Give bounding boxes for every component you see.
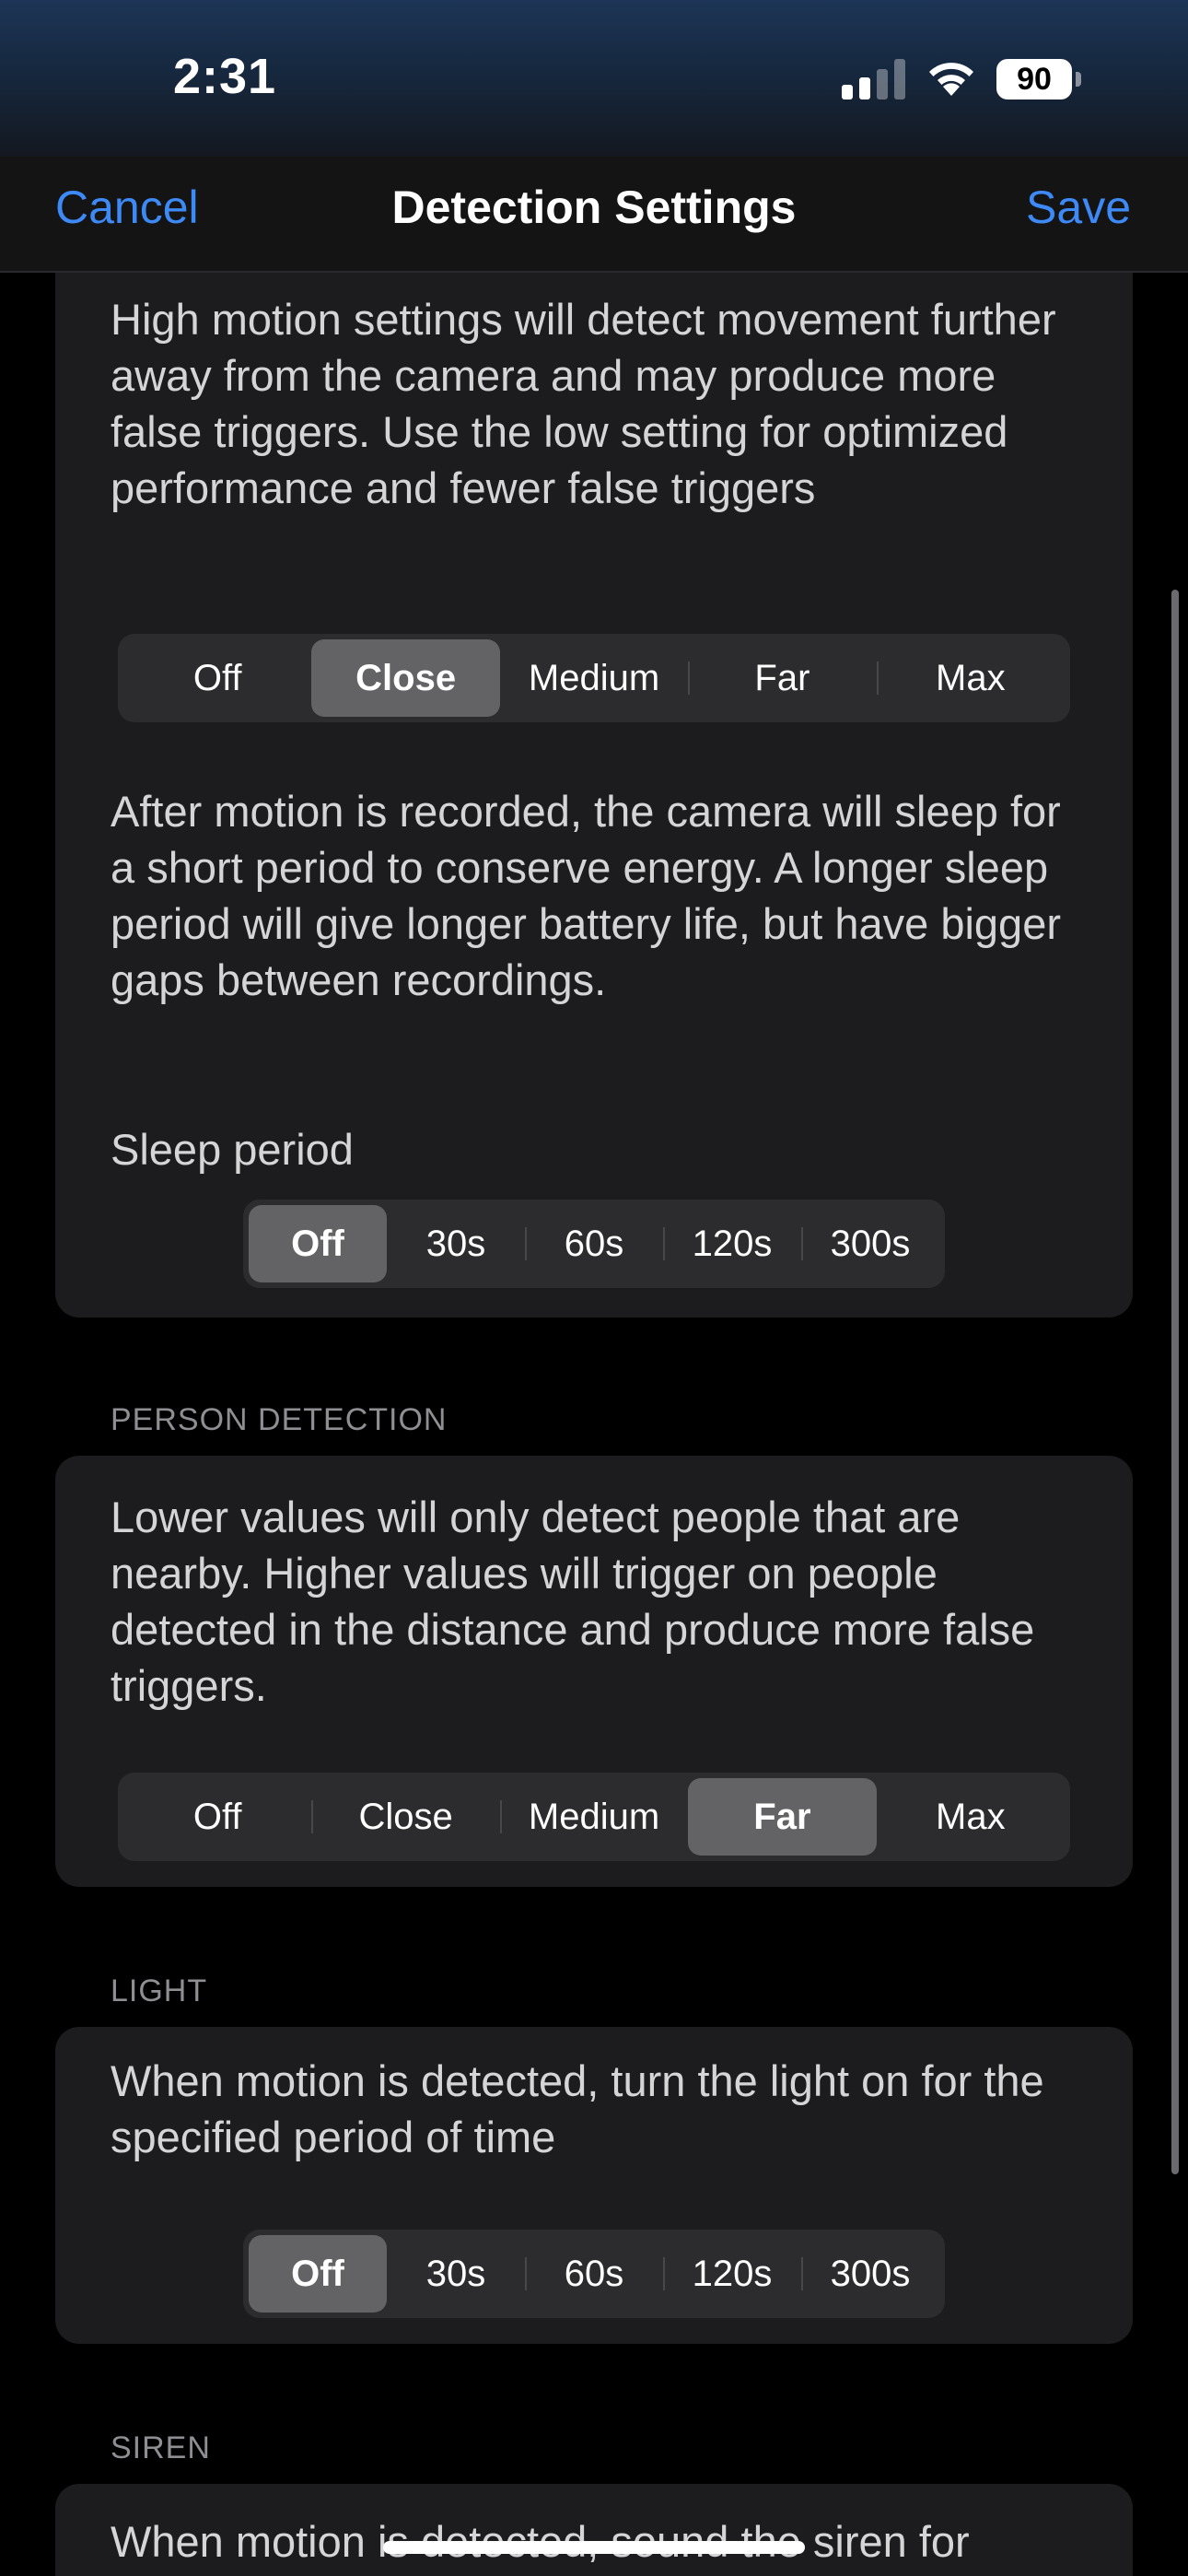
light-option-300s[interactable]: 300s	[801, 2235, 939, 2313]
motion-description: High motion settings will detect movemen…	[111, 295, 1056, 512]
status-bar: 2:31 90	[0, 0, 1188, 157]
motion-option-medium[interactable]: Medium	[500, 639, 688, 717]
person-detection-header: PERSON DETECTION	[111, 1402, 448, 1437]
light-duration-control[interactable]: Off 30s 60s 120s 300s	[243, 2230, 945, 2318]
sleep-option-120s[interactable]: 120s	[663, 1205, 801, 1282]
motion-option-off[interactable]: Off	[123, 639, 311, 717]
sleep-description: After motion is recorded, the camera wil…	[111, 787, 1061, 1004]
light-option-60s[interactable]: 60s	[525, 2235, 663, 2313]
battery-level: 90	[1017, 61, 1052, 97]
person-option-close[interactable]: Close	[311, 1778, 499, 1856]
battery-icon: 90	[996, 59, 1083, 100]
sleep-period-control[interactable]: Off 30s 60s 120s 300s	[243, 1200, 945, 1288]
save-button[interactable]: Save	[1026, 181, 1131, 234]
sleep-option-off[interactable]: Off	[249, 1205, 387, 1282]
person-detection-description: Lower values will only detect people tha…	[111, 1493, 1035, 1710]
cellular-signal-icon	[842, 59, 906, 100]
home-indicator[interactable]	[383, 2541, 805, 2554]
siren-card: When motion is detected, sound the siren…	[55, 2484, 1133, 2576]
page-title: Detection Settings	[391, 181, 797, 233]
person-option-medium[interactable]: Medium	[499, 1778, 688, 1856]
motion-option-far[interactable]: Far	[688, 639, 876, 717]
sleep-option-30s[interactable]: 30s	[387, 1205, 525, 1282]
light-option-off[interactable]: Off	[249, 2235, 387, 2313]
detection-settings-screen: 2:31 90 Cancel Detection Settings Save H…	[0, 0, 1188, 2576]
scroll-indicator[interactable]	[1171, 590, 1179, 2174]
light-description: When motion is detected, turn the light …	[111, 2056, 1044, 2161]
light-header: LIGHT	[111, 1973, 208, 2008]
status-time: 2:31	[173, 49, 277, 104]
sleep-period-label: Sleep period	[111, 1125, 354, 1174]
sleep-option-60s[interactable]: 60s	[525, 1205, 663, 1282]
person-option-far[interactable]: Far	[688, 1778, 877, 1856]
navigation-bar: Cancel Detection Settings Save	[0, 157, 1188, 273]
motion-sensitivity-control[interactable]: Off Close Medium Far Max	[118, 634, 1070, 722]
light-card: When motion is detected, turn the light …	[55, 2027, 1133, 2344]
light-option-30s[interactable]: 30s	[387, 2235, 525, 2313]
motion-option-max[interactable]: Max	[876, 639, 1065, 717]
sleep-option-300s[interactable]: 300s	[801, 1205, 939, 1282]
light-option-120s[interactable]: 120s	[663, 2235, 801, 2313]
person-detection-control[interactable]: Off Close Medium Far Max	[118, 1773, 1070, 1861]
wifi-icon	[929, 63, 973, 96]
motion-settings-card: High motion settings will detect movemen…	[55, 230, 1133, 1317]
person-option-max[interactable]: Max	[877, 1778, 1065, 1856]
siren-header: SIREN	[111, 2430, 211, 2465]
motion-option-close[interactable]: Close	[311, 639, 500, 717]
person-detection-card: Lower values will only detect people tha…	[55, 1456, 1133, 1887]
person-option-off[interactable]: Off	[123, 1778, 311, 1856]
